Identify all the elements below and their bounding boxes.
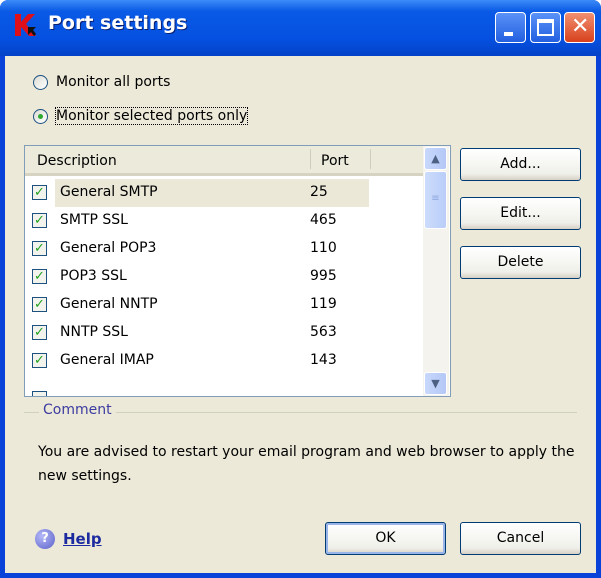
maximize-icon xyxy=(537,19,554,36)
add-button[interactable]: Add... xyxy=(460,148,581,181)
cancel-button[interactable]: Cancel xyxy=(460,522,581,555)
column-header-port[interactable]: Port xyxy=(321,153,349,169)
table-row[interactable]: ✓ General POP3 110 xyxy=(25,235,425,263)
port-settings-window: Port settings ✕ Monitor all ports Monito… xyxy=(0,0,601,578)
radio-circle-checked[interactable] xyxy=(33,108,48,124)
row-port: 465 xyxy=(310,212,337,228)
scroll-up-button[interactable]: ▲ xyxy=(424,147,447,170)
ports-list[interactable]: Description Port ✓ General SMTP 25 ✓ SMTP SS… xyxy=(24,145,451,397)
radio-monitor-selected[interactable]: Monitor selected ports only xyxy=(33,107,249,125)
close-icon: ✕ xyxy=(571,14,590,39)
radio-monitor-all[interactable]: Monitor all ports xyxy=(33,74,170,90)
row-port: 110 xyxy=(310,240,337,256)
table-row[interactable]: ✓ SMTP SSL 465 xyxy=(25,207,425,235)
row-checkbox[interactable]: ✓ xyxy=(32,353,47,368)
help-icon[interactable]: ? xyxy=(35,529,55,549)
edit-button[interactable]: Edit... xyxy=(460,197,581,230)
comment-label: Comment xyxy=(39,402,116,418)
help-link-group[interactable]: ? Help xyxy=(35,529,102,549)
row-description: General POP3 xyxy=(60,240,157,256)
row-checkbox[interactable]: ✓ xyxy=(32,185,47,200)
ok-button[interactable]: OK xyxy=(325,522,446,555)
radio-label: Monitor selected ports only xyxy=(54,107,249,125)
scroll-thumb[interactable]: ≡ xyxy=(424,171,447,229)
minimize-icon xyxy=(504,32,513,36)
close-button[interactable]: ✕ xyxy=(564,12,595,43)
list-header: Description Port xyxy=(25,146,425,176)
maximize-button[interactable] xyxy=(530,12,561,43)
row-description: General SMTP xyxy=(60,184,158,200)
row-description: POP3 SSL xyxy=(60,268,127,284)
row-port: 995 xyxy=(310,268,337,284)
row-checkbox[interactable]: ✓ xyxy=(32,269,47,284)
row-checkbox[interactable]: ✓ xyxy=(32,325,47,340)
column-header-description[interactable]: Description xyxy=(37,153,117,169)
row-port: 563 xyxy=(310,324,337,340)
row-port: 25 xyxy=(310,184,328,200)
dialog-body: Monitor all ports Monitor selected ports… xyxy=(5,56,596,573)
vertical-scrollbar[interactable]: ▲ ≡ ▼ xyxy=(423,146,449,396)
title-bar[interactable]: Port settings ✕ xyxy=(0,0,601,56)
table-row[interactable]: ✓ General IMAP 143 xyxy=(25,347,425,375)
window-title: Port settings xyxy=(48,12,188,34)
row-checkbox[interactable]: ✓ xyxy=(32,241,47,256)
delete-button[interactable]: Delete xyxy=(460,246,581,279)
row-description: SMTP SSL xyxy=(60,212,128,228)
scroll-down-button[interactable]: ▼ xyxy=(424,372,447,395)
kaspersky-logo-icon xyxy=(15,14,36,36)
row-description: General IMAP xyxy=(60,352,154,368)
table-row[interactable]: ✓ POP3 SSL 995 xyxy=(25,263,425,291)
help-link[interactable]: Help xyxy=(63,530,102,548)
table-row[interactable]: ✓ NNTP SSL 563 xyxy=(25,319,425,347)
row-checkbox[interactable]: ✓ xyxy=(32,213,47,228)
radio-circle[interactable] xyxy=(33,74,48,90)
radio-label: Monitor all ports xyxy=(56,74,171,90)
table-row[interactable]: ✓ General SMTP 25 xyxy=(25,179,425,207)
row-description: NNTP SSL xyxy=(60,324,128,340)
table-row[interactable]: ✓ General NNTP 119 xyxy=(25,291,425,319)
row-checkbox[interactable]: ✓ xyxy=(32,297,47,312)
row-description: General NNTP xyxy=(60,296,158,312)
row-checkbox-partial[interactable] xyxy=(32,391,47,396)
row-port: 143 xyxy=(310,352,337,368)
minimize-button[interactable] xyxy=(495,12,526,43)
comment-text: You are advised to restart your email pr… xyxy=(38,444,575,484)
row-port: 119 xyxy=(310,296,337,312)
